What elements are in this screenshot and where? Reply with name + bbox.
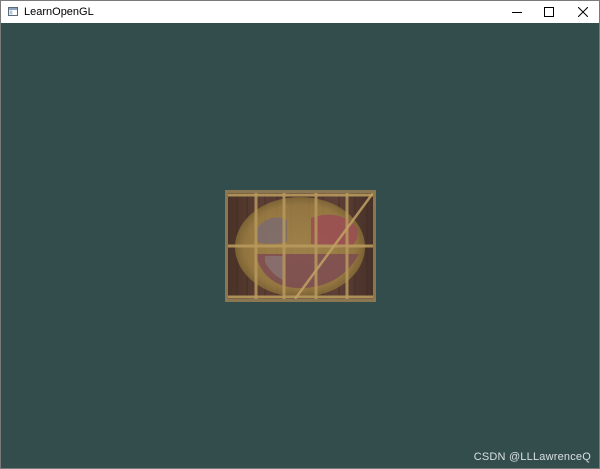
title-bar[interactable]: LearnOpenGL bbox=[1, 1, 599, 23]
close-button[interactable] bbox=[567, 1, 599, 23]
close-icon bbox=[578, 7, 588, 17]
window-title: LearnOpenGL bbox=[24, 6, 94, 18]
textured-quad-crate-awesomeface bbox=[225, 190, 376, 302]
minimize-button[interactable] bbox=[501, 1, 533, 23]
maximize-button[interactable] bbox=[533, 1, 565, 23]
opengl-viewport[interactable]: CSDN @LLLawrenceQ bbox=[1, 23, 599, 468]
maximize-icon bbox=[544, 7, 554, 17]
app-window: LearnOpenGL CSDN @LLLawrenceQ bbox=[0, 0, 600, 469]
window-app-icon bbox=[8, 7, 18, 16]
watermark-text: CSDN @LLLawrenceQ bbox=[473, 451, 591, 463]
minimize-icon bbox=[512, 12, 522, 13]
